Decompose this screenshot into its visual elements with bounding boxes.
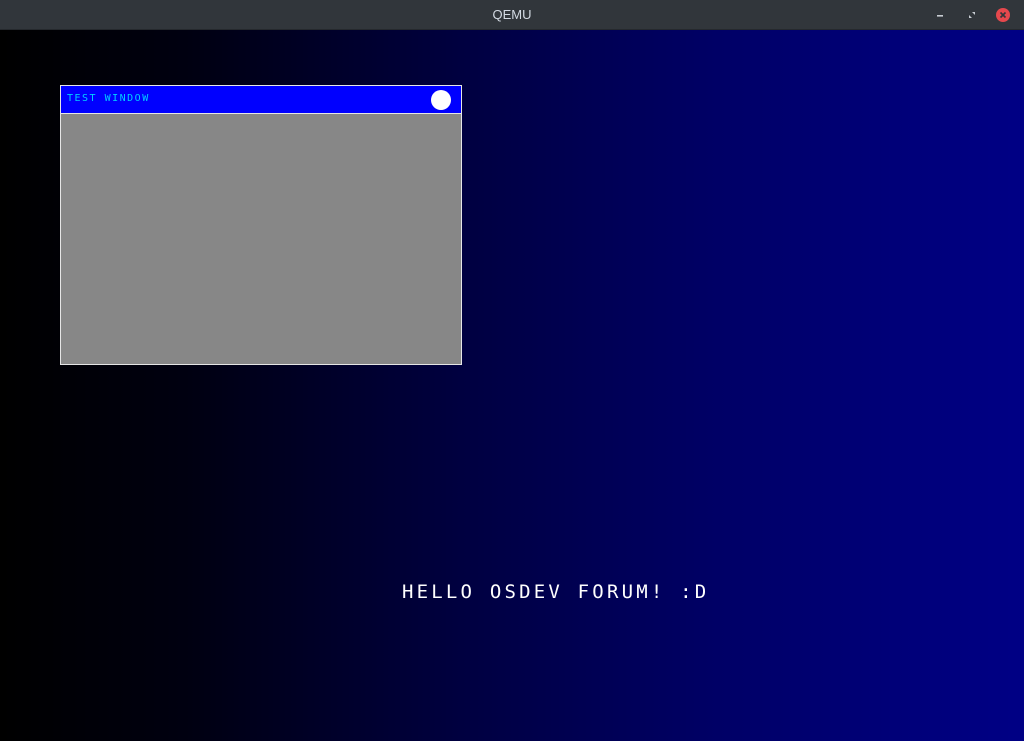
test-window-body bbox=[61, 114, 461, 364]
window-titlebar[interactable]: QEMU bbox=[0, 0, 1024, 30]
qemu-window: QEMU TEST WINDOW HELLO OSDEV FORUM!:D bbox=[0, 0, 1024, 741]
close-button[interactable] bbox=[995, 7, 1011, 23]
window-title: QEMU bbox=[492, 7, 532, 22]
guest-screen[interactable]: TEST WINDOW HELLO OSDEV FORUM! :D bbox=[0, 30, 1024, 741]
restore-button[interactable] bbox=[964, 7, 980, 23]
hello-message: HELLO OSDEV FORUM! :D bbox=[402, 581, 710, 603]
circle-close-icon[interactable] bbox=[431, 90, 451, 110]
close-icon bbox=[996, 8, 1010, 22]
restore-icon bbox=[969, 12, 975, 18]
minimize-button[interactable] bbox=[932, 7, 948, 23]
test-window-titlebar[interactable]: TEST WINDOW bbox=[61, 86, 461, 114]
test-window[interactable]: TEST WINDOW bbox=[60, 85, 462, 365]
minimize-icon bbox=[937, 15, 943, 17]
test-window-title: TEST WINDOW bbox=[67, 93, 150, 104]
